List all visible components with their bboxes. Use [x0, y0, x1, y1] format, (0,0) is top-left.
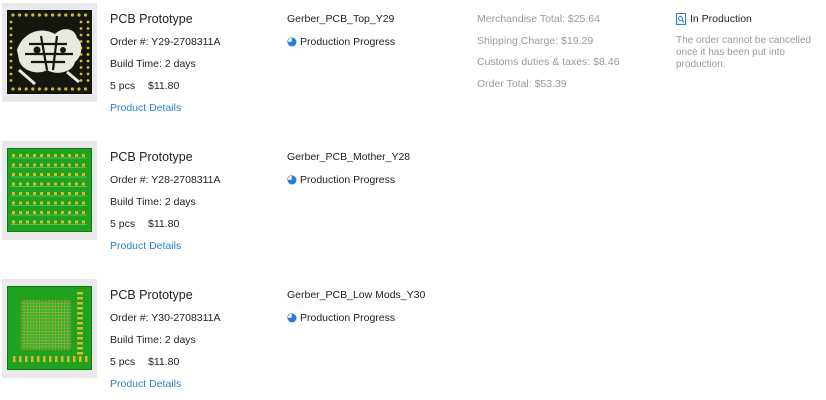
- product-details-link[interactable]: Product Details: [110, 102, 181, 114]
- quantity: 5 pcs: [110, 356, 136, 368]
- progress-label: Production Progress: [300, 36, 396, 48]
- order-number: Order #: Y28-2708311A: [110, 174, 221, 186]
- qty-price: 5 pcs $11.80: [110, 218, 179, 230]
- customs-duties: Customs duties & taxes: $8.46: [477, 56, 620, 68]
- pcb-image: [7, 148, 92, 232]
- product-title: PCB Prototype: [110, 12, 193, 26]
- pcb-image: [7, 10, 92, 94]
- merchandise-total: Merchandise Total: $25.64: [477, 13, 600, 25]
- pcb-thumbnail[interactable]: [2, 141, 97, 240]
- product-details-link[interactable]: Product Details: [110, 240, 181, 252]
- price: $11.80: [148, 356, 180, 368]
- pcb-image: [7, 286, 92, 370]
- gerber-filename: Gerber_PCB_Mother_Y28: [287, 151, 411, 163]
- build-time: Build Time: 2 days: [110, 334, 196, 346]
- price: $11.80: [148, 218, 180, 230]
- pie-progress-icon: [287, 175, 297, 185]
- build-time: Build Time: 2 days: [110, 196, 196, 208]
- gerber-filename: Gerber_PCB_Top_Y29: [287, 13, 395, 25]
- quantity: 5 pcs: [110, 80, 136, 92]
- price: $11.80: [148, 80, 180, 92]
- quantity: 5 pcs: [110, 218, 136, 230]
- production-progress-link[interactable]: Production Progress: [287, 174, 395, 186]
- pcb-thumbnail[interactable]: [2, 279, 97, 378]
- pie-progress-icon: [287, 37, 297, 47]
- order-number: Order #: Y30-2708311A: [110, 312, 221, 324]
- product-details-link[interactable]: Product Details: [110, 378, 181, 390]
- progress-label: Production Progress: [300, 174, 396, 186]
- qty-price: 5 pcs $11.80: [110, 80, 179, 92]
- order-row: PCB Prototype Order #: Y29-2708311A Buil…: [0, 0, 826, 124]
- build-time: Build Time: 2 days: [110, 58, 196, 70]
- order-number: Order #: Y29-2708311A: [110, 36, 221, 48]
- qty-price: 5 pcs $11.80: [110, 356, 179, 368]
- order-status: In Production: [676, 13, 752, 25]
- product-title: PCB Prototype: [110, 288, 193, 302]
- order-total: Order Total: $53.39: [477, 77, 567, 90]
- order-row: PCB Prototype Order #: Y28-2708311A Buil…: [0, 138, 826, 262]
- cancel-note: The order cannot be cancelled once it ha…: [676, 35, 812, 70]
- pie-progress-icon: [287, 313, 297, 323]
- pcb-thumbnail[interactable]: [2, 3, 97, 102]
- order-summary: Merchandise Total: $25.64 Shipping Charg…: [477, 13, 619, 99]
- status-label: In Production: [690, 13, 752, 25]
- gerber-filename: Gerber_PCB_Low Mods_Y30: [287, 289, 426, 301]
- order-row: PCB Prototype Order #: Y30-2708311A Buil…: [0, 276, 826, 400]
- shipping-charge: Shipping Charge: $19.29: [477, 34, 594, 47]
- production-progress-link[interactable]: Production Progress: [287, 312, 395, 324]
- progress-label: Production Progress: [300, 312, 396, 324]
- search-document-icon: [676, 13, 686, 25]
- production-progress-link[interactable]: Production Progress: [287, 36, 395, 48]
- product-title: PCB Prototype: [110, 150, 193, 164]
